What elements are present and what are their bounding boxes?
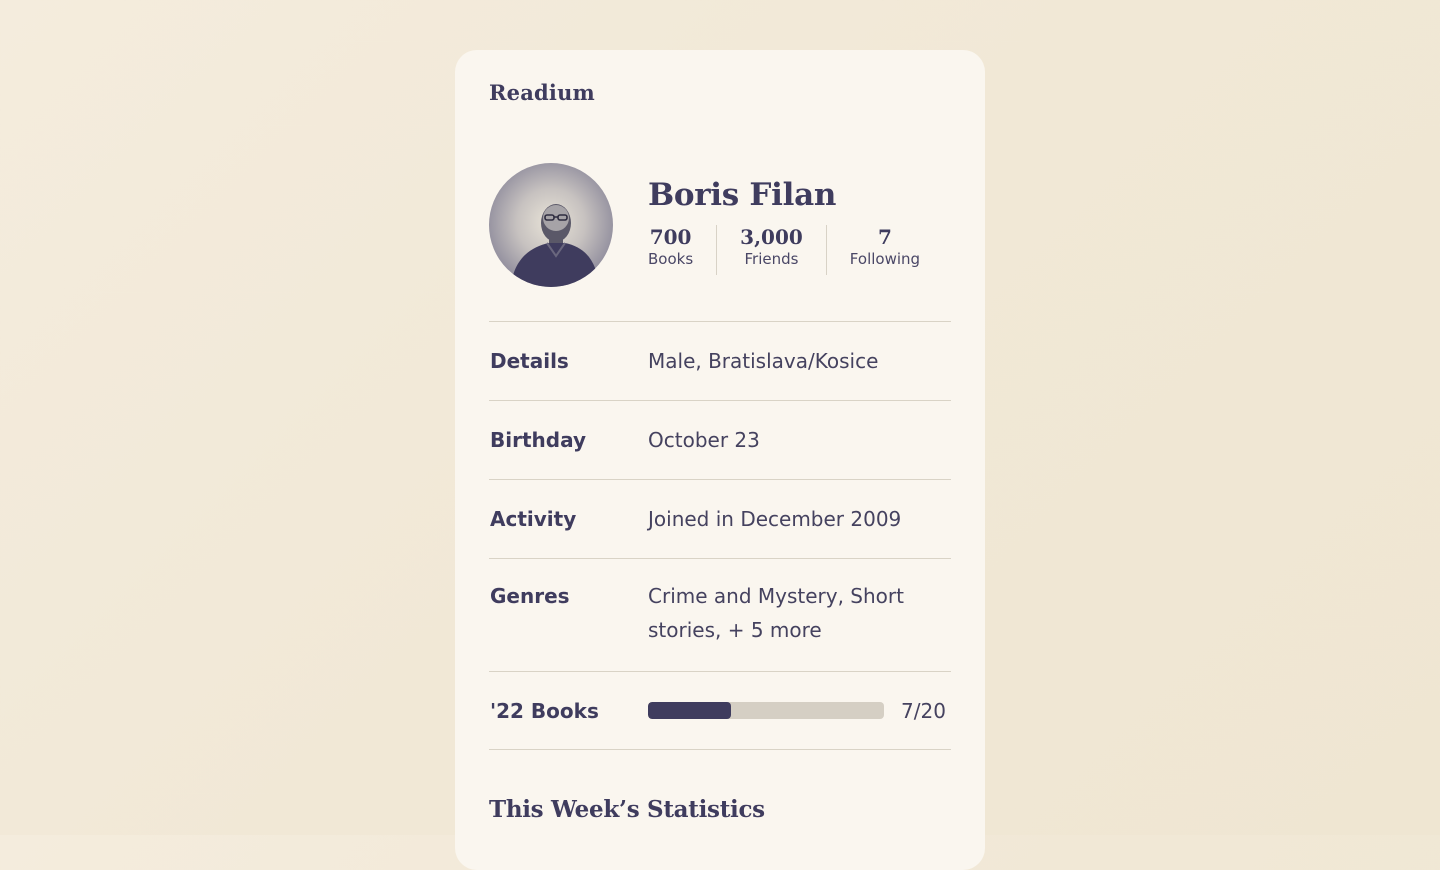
activity-key: Activity	[490, 507, 577, 531]
profile-stats: 700 Books 3,000 Friends 7 Following	[648, 225, 920, 275]
user-portrait-icon	[511, 204, 599, 287]
stat-books-value: 700	[649, 225, 692, 249]
avatar[interactable]	[489, 163, 613, 287]
birthday-value: October 23	[648, 428, 760, 452]
profile-header: Boris Filan 700 Books 3,000 Friends 7 Fo…	[489, 163, 951, 287]
stat-books-label: Books	[648, 250, 694, 268]
reading-goal-progress-bar	[648, 702, 884, 719]
reading-goal-row: '22 Books 7/20	[489, 671, 951, 750]
stat-following-label: Following	[849, 250, 921, 268]
stat-divider	[825, 225, 827, 275]
stat-divider	[716, 225, 718, 275]
stat-books[interactable]: 700 Books	[648, 225, 693, 275]
details-key: Details	[490, 349, 569, 373]
genres-value[interactable]: Crime and Mystery, Short stories, + 5 mo…	[648, 579, 951, 647]
birthday-key: Birthday	[490, 428, 586, 452]
brand-logo[interactable]: Readium	[489, 80, 595, 105]
reading-goal-progress-text: 7/20	[901, 698, 946, 723]
stat-friends-value: 3,000	[740, 225, 803, 249]
stat-friends-label: Friends	[744, 250, 799, 268]
reading-goal-key: '22 Books	[490, 698, 599, 723]
reading-goal-progress-fill	[648, 702, 731, 719]
details-value: Male, Bratislava/Kosice	[648, 349, 879, 373]
activity-value: Joined in December 2009	[648, 507, 902, 531]
stat-following[interactable]: 7 Following	[850, 225, 920, 275]
stat-following-value: 7	[877, 225, 892, 249]
profile-name: Boris Filan	[648, 177, 837, 213]
activity-row: Activity Joined in December 2009	[489, 479, 951, 558]
genres-key: Genres	[490, 584, 570, 608]
details-list: Details Male, Bratislava/Kosice Birthday…	[489, 321, 951, 750]
birthday-row: Birthday October 23	[489, 400, 951, 479]
genres-row: Genres Crime and Mystery, Short stories,…	[489, 558, 951, 671]
profile-card: Readium Boris Filan 700 Books 3,000 Frie…	[455, 50, 985, 870]
details-row: Details Male, Bratislava/Kosice	[489, 321, 951, 400]
weekly-statistics-title: This Week’s Statistics	[489, 796, 765, 823]
reading-goal: 7/20	[648, 699, 951, 723]
stat-friends[interactable]: 3,000 Friends	[740, 225, 803, 275]
